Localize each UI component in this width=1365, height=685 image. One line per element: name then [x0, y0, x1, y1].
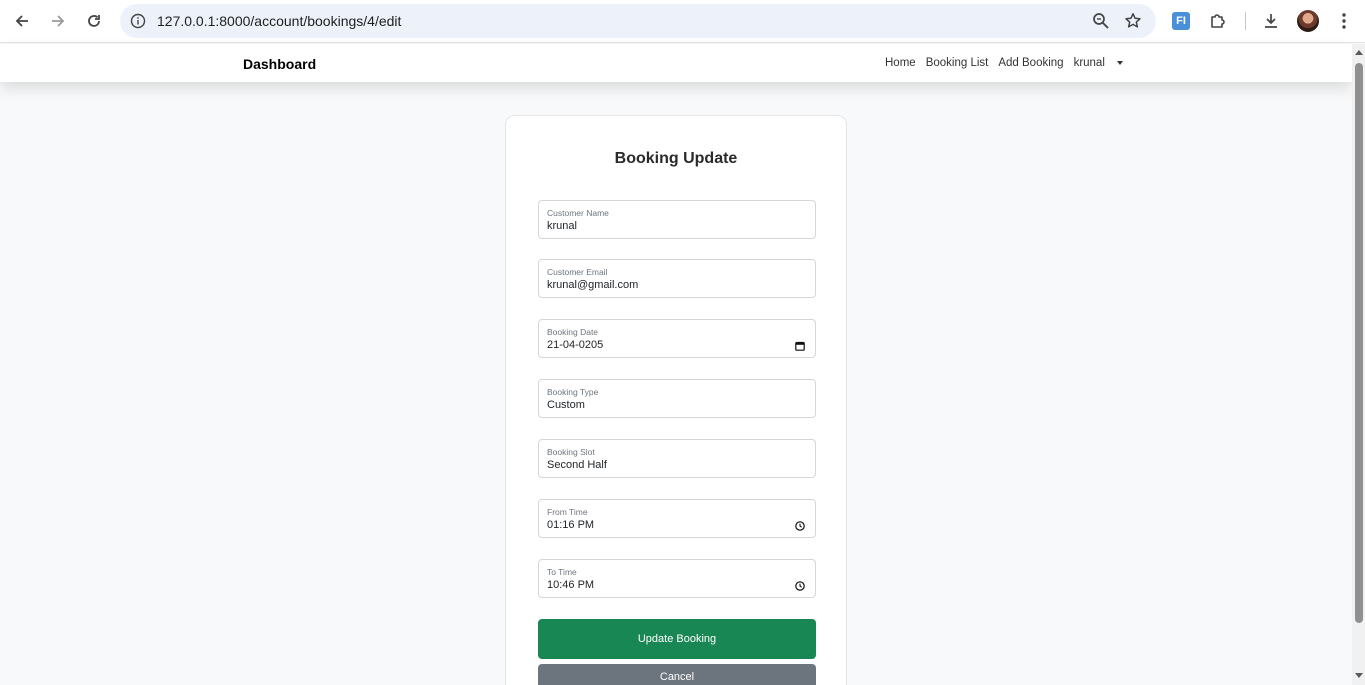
field-value: Custom: [547, 399, 585, 411]
field-label: Booking Slot: [547, 447, 595, 457]
reload-button[interactable]: [82, 10, 106, 32]
forward-button[interactable]: [46, 10, 70, 32]
fi-extension-label: FI: [1172, 12, 1190, 30]
from-time-field[interactable]: From Time 01:16 PM: [538, 499, 816, 538]
customer-email-field[interactable]: Customer Email krunal@gmail.com: [538, 259, 816, 298]
customer-name-field[interactable]: Customer Name krunal: [538, 200, 816, 239]
field-value: Second Half: [547, 459, 607, 471]
user-name: krunal: [1073, 57, 1105, 69]
site-info-icon[interactable]: [130, 13, 146, 34]
menu-kebab-icon[interactable]: [1333, 10, 1355, 32]
arrow-left-icon: [15, 15, 28, 27]
field-label: Booking Type: [547, 387, 599, 397]
user-dropdown[interactable]: krunal: [1074, 57, 1123, 69]
nav-link-add-booking[interactable]: Add Booking: [998, 57, 1063, 69]
arrow-right-icon: [52, 15, 65, 27]
zoom-icon[interactable]: [1092, 12, 1110, 35]
field-label: Booking Date: [547, 327, 599, 337]
field-label: Customer Email: [547, 267, 608, 277]
browser-toolbar: 127.0.0.1:8000/account/bookings/4/edit F…: [0, 0, 1365, 43]
scrollbar-thumb[interactable]: [1355, 63, 1363, 623]
booking-slot-field[interactable]: Booking Slot Second Half: [538, 439, 816, 478]
navbar-brand[interactable]: Dashboard: [243, 56, 316, 72]
url-text: 127.0.0.1:8000/account/bookings/4/edit: [157, 13, 402, 29]
field-value: 10:46 PM: [547, 579, 595, 591]
nav-links: Home Booking List Add Booking krunal: [885, 57, 1133, 69]
update-booking-button[interactable]: Update Booking: [538, 619, 816, 659]
caret-down-icon: [1116, 60, 1123, 65]
booking-update-card: Booking Update Customer Name krunal Cust…: [505, 115, 847, 685]
bookmark-star-icon[interactable]: [1124, 12, 1142, 35]
booking-date-field[interactable]: Booking Date 21-04-0205: [538, 319, 816, 358]
extensions-puzzle-icon[interactable]: [1207, 10, 1229, 32]
calendar-icon[interactable]: [795, 338, 805, 356]
clock-icon[interactable]: [795, 578, 805, 596]
app-navbar: Dashboard Home Booking List Add Booking …: [0, 44, 1352, 82]
field-label: From Time: [547, 507, 588, 517]
field-value: 21-04-0205: [547, 339, 604, 351]
field-value: 01:16 PM: [547, 519, 595, 531]
nav-link-home[interactable]: Home: [885, 57, 916, 69]
booking-type-field[interactable]: Booking Type Custom: [538, 379, 816, 418]
field-value: krunal@gmail.com: [547, 279, 639, 291]
field-label: Customer Name: [547, 208, 609, 218]
profile-avatar[interactable]: [1297, 10, 1319, 32]
toolbar-divider: [1245, 12, 1246, 30]
clock-icon[interactable]: [795, 518, 805, 536]
form-title: Booking Update: [614, 150, 738, 167]
nav-link-booking-list[interactable]: Booking List: [926, 57, 989, 69]
back-button[interactable]: [10, 10, 34, 32]
page-scrollbar[interactable]: [1352, 44, 1365, 685]
field-label: To Time: [547, 567, 577, 577]
download-icon[interactable]: [1260, 10, 1282, 32]
fi-extension-icon[interactable]: FI: [1170, 10, 1192, 32]
address-bar[interactable]: 127.0.0.1:8000/account/bookings/4/edit: [120, 4, 1156, 38]
to-time-field[interactable]: To Time 10:46 PM: [538, 559, 816, 598]
scroll-up-arrow-icon[interactable]: [1355, 50, 1363, 55]
reload-icon: [88, 15, 100, 27]
cancel-button[interactable]: Cancel: [538, 664, 816, 685]
scroll-down-arrow-icon[interactable]: [1355, 673, 1363, 678]
field-value: krunal: [547, 220, 577, 232]
